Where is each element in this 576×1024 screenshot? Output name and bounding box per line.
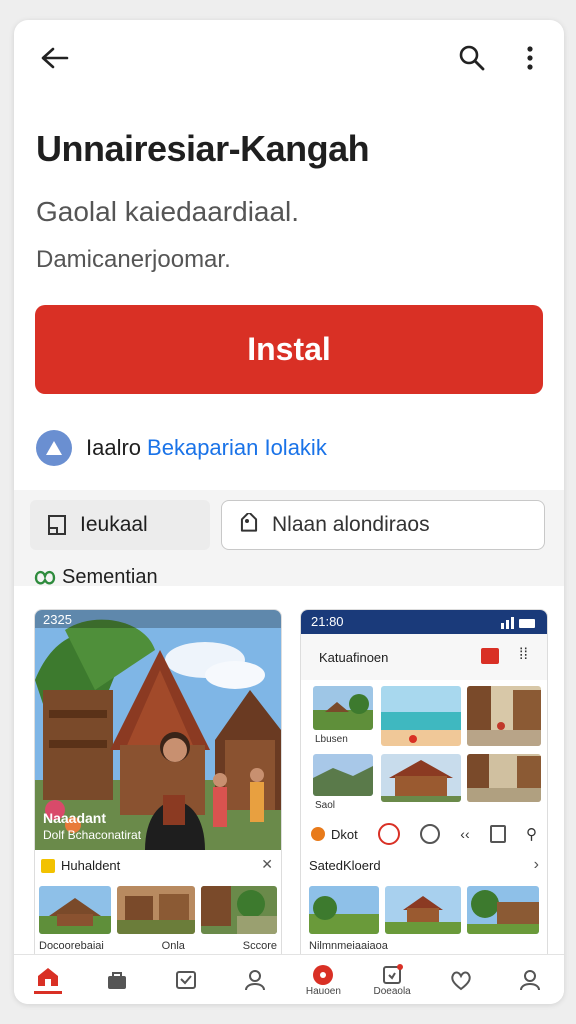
app-developer: Gaolal kaiedaardiaal.	[36, 196, 300, 227]
tile-4[interactable]	[313, 754, 373, 796]
nav-profile[interactable]	[220, 955, 289, 1004]
orange-dot-icon	[311, 827, 325, 841]
shot1-panel-title: Huhaldent	[61, 858, 121, 873]
panel-thumb-1[interactable]	[309, 886, 379, 934]
nav-updates[interactable]: Hauoen	[289, 955, 358, 1004]
nav-library[interactable]: Doeaola	[358, 955, 427, 1004]
tile-label-1: Lbusen	[315, 734, 348, 745]
thumb-3[interactable]	[201, 886, 277, 934]
shot2-status-time: 21:80	[311, 614, 344, 629]
chip-primary-label: Ieukaal	[80, 513, 148, 536]
shot2-action-row: Dkot ‹‹ ⚲	[311, 822, 537, 846]
close-icon[interactable]: ✕	[261, 856, 273, 873]
install-button[interactable]: Instal	[35, 305, 543, 394]
screenshot-1[interactable]: 2325 Naaadant Dolf Bchaconatirat Huhalde…	[34, 609, 282, 961]
panel-thumb-3[interactable]	[467, 886, 539, 934]
nav-store[interactable]	[83, 955, 152, 1004]
tile-2[interactable]	[381, 686, 461, 746]
link-icon[interactable]: ⚲	[526, 825, 537, 843]
nav-account[interactable]	[495, 955, 564, 1004]
red-circle-icon[interactable]	[377, 823, 400, 845]
panel-thumb-2[interactable]	[385, 886, 461, 934]
overlay-title: Naaadant	[43, 810, 107, 826]
phone-icon[interactable]	[489, 825, 506, 843]
shot2-status-bar: 21:80	[301, 610, 547, 634]
smile-icon[interactable]	[420, 824, 441, 844]
home-icon	[38, 968, 59, 986]
action-label: Dkot	[331, 826, 358, 842]
share-icon[interactable]: ‹‹	[460, 826, 469, 842]
shot2-app-bar: Katuafinoen ⁞⁞	[301, 634, 547, 680]
section-label-text: Sementian	[62, 566, 158, 588]
shot2-app-title: Katuafinoen	[319, 650, 389, 665]
info-text: Iaalro	[86, 435, 142, 460]
thumb-1[interactable]	[39, 886, 111, 934]
check-box-icon	[175, 971, 196, 989]
nav-label-1: Hauoen	[305, 985, 341, 997]
shot1-panel-header: Huhaldent	[41, 858, 120, 873]
active-indicator	[34, 991, 63, 994]
chip-primary[interactable]: Ieukaal	[30, 500, 210, 550]
app-title: Unnairesiar-Kangah	[36, 128, 370, 169]
tile-1[interactable]	[313, 686, 373, 730]
chip-secondary-label: Nlaan alondiraos	[272, 513, 430, 536]
tile-5[interactable]	[381, 754, 461, 802]
info-link[interactable]: Bekaparian Iolakik	[147, 435, 327, 461]
folder-icon	[41, 858, 55, 873]
status-time: 2325	[43, 612, 72, 627]
chevron-right-icon[interactable]: ›	[534, 856, 539, 874]
screenshots-section-label: Sementian	[34, 566, 158, 589]
search-icon[interactable]	[452, 38, 492, 78]
screenshot-2[interactable]: 21:80 Katuafinoen ⁞⁞ Lbusen Saol Dkot ‹‹…	[300, 609, 548, 961]
shot2-panel-title: SatedKloerd	[309, 858, 381, 873]
more-options-icon[interactable]	[510, 38, 550, 78]
battery-icon	[501, 616, 537, 634]
shot1-panel: Huhaldent ✕ Docoorebaiai Onla Sccore	[35, 850, 281, 960]
thumb-label-3: Sccore	[242, 940, 277, 952]
shot2-panel: SatedKloerd › Nilmnmeiaaiaoa	[301, 850, 547, 960]
thumb-labels: Docoorebaiai Onla Sccore	[39, 940, 277, 952]
bottom-navigation: Hauoen Doeaola	[14, 954, 564, 1004]
app-details-card: Unnairesiar-Kangah Gaolal kaiedaardiaal.…	[14, 20, 564, 1004]
thumb-label-2: Onla	[161, 940, 185, 952]
section-leaf-icon	[34, 568, 56, 588]
tile-label-2: Saol	[315, 800, 336, 811]
library-icon	[383, 963, 404, 984]
chip-secondary[interactable]: Nlaan alondiraos	[221, 500, 545, 550]
tile-3[interactable]	[467, 686, 541, 746]
shot2-bottom-caption: Nilmnmeiaaiaoa	[309, 940, 388, 952]
tag-icon	[236, 512, 262, 538]
back-arrow-icon[interactable]	[34, 38, 74, 78]
thumb-2[interactable]	[117, 886, 195, 934]
bag-icon	[108, 972, 127, 989]
bookmark-icon	[44, 512, 70, 538]
red-badge-icon	[313, 964, 334, 985]
person-icon	[244, 970, 265, 991]
action-item-1[interactable]: Dkot	[311, 827, 358, 842]
heart-icon	[451, 971, 471, 991]
flag-icon[interactable]	[481, 648, 499, 664]
info-row[interactable]: Iaalro Bekaparian Iolakik	[36, 428, 327, 468]
app-category: Damicanerjoomar.	[36, 246, 231, 273]
account-icon	[519, 970, 540, 991]
nav-home[interactable]	[14, 955, 83, 1004]
tile-6[interactable]	[467, 754, 541, 802]
overlay-subtitle: Dolf Bchaconatirat	[43, 828, 142, 842]
thumb-label-1: Docoorebaiai	[39, 940, 104, 952]
nav-wishlist[interactable]	[427, 955, 496, 1004]
info-triangle-icon	[36, 430, 72, 466]
top-app-bar	[14, 20, 564, 100]
nav-label-2: Doeaola	[373, 985, 411, 997]
grid-menu-icon[interactable]: ⁞⁞	[519, 646, 528, 664]
nav-check[interactable]	[152, 955, 221, 1004]
